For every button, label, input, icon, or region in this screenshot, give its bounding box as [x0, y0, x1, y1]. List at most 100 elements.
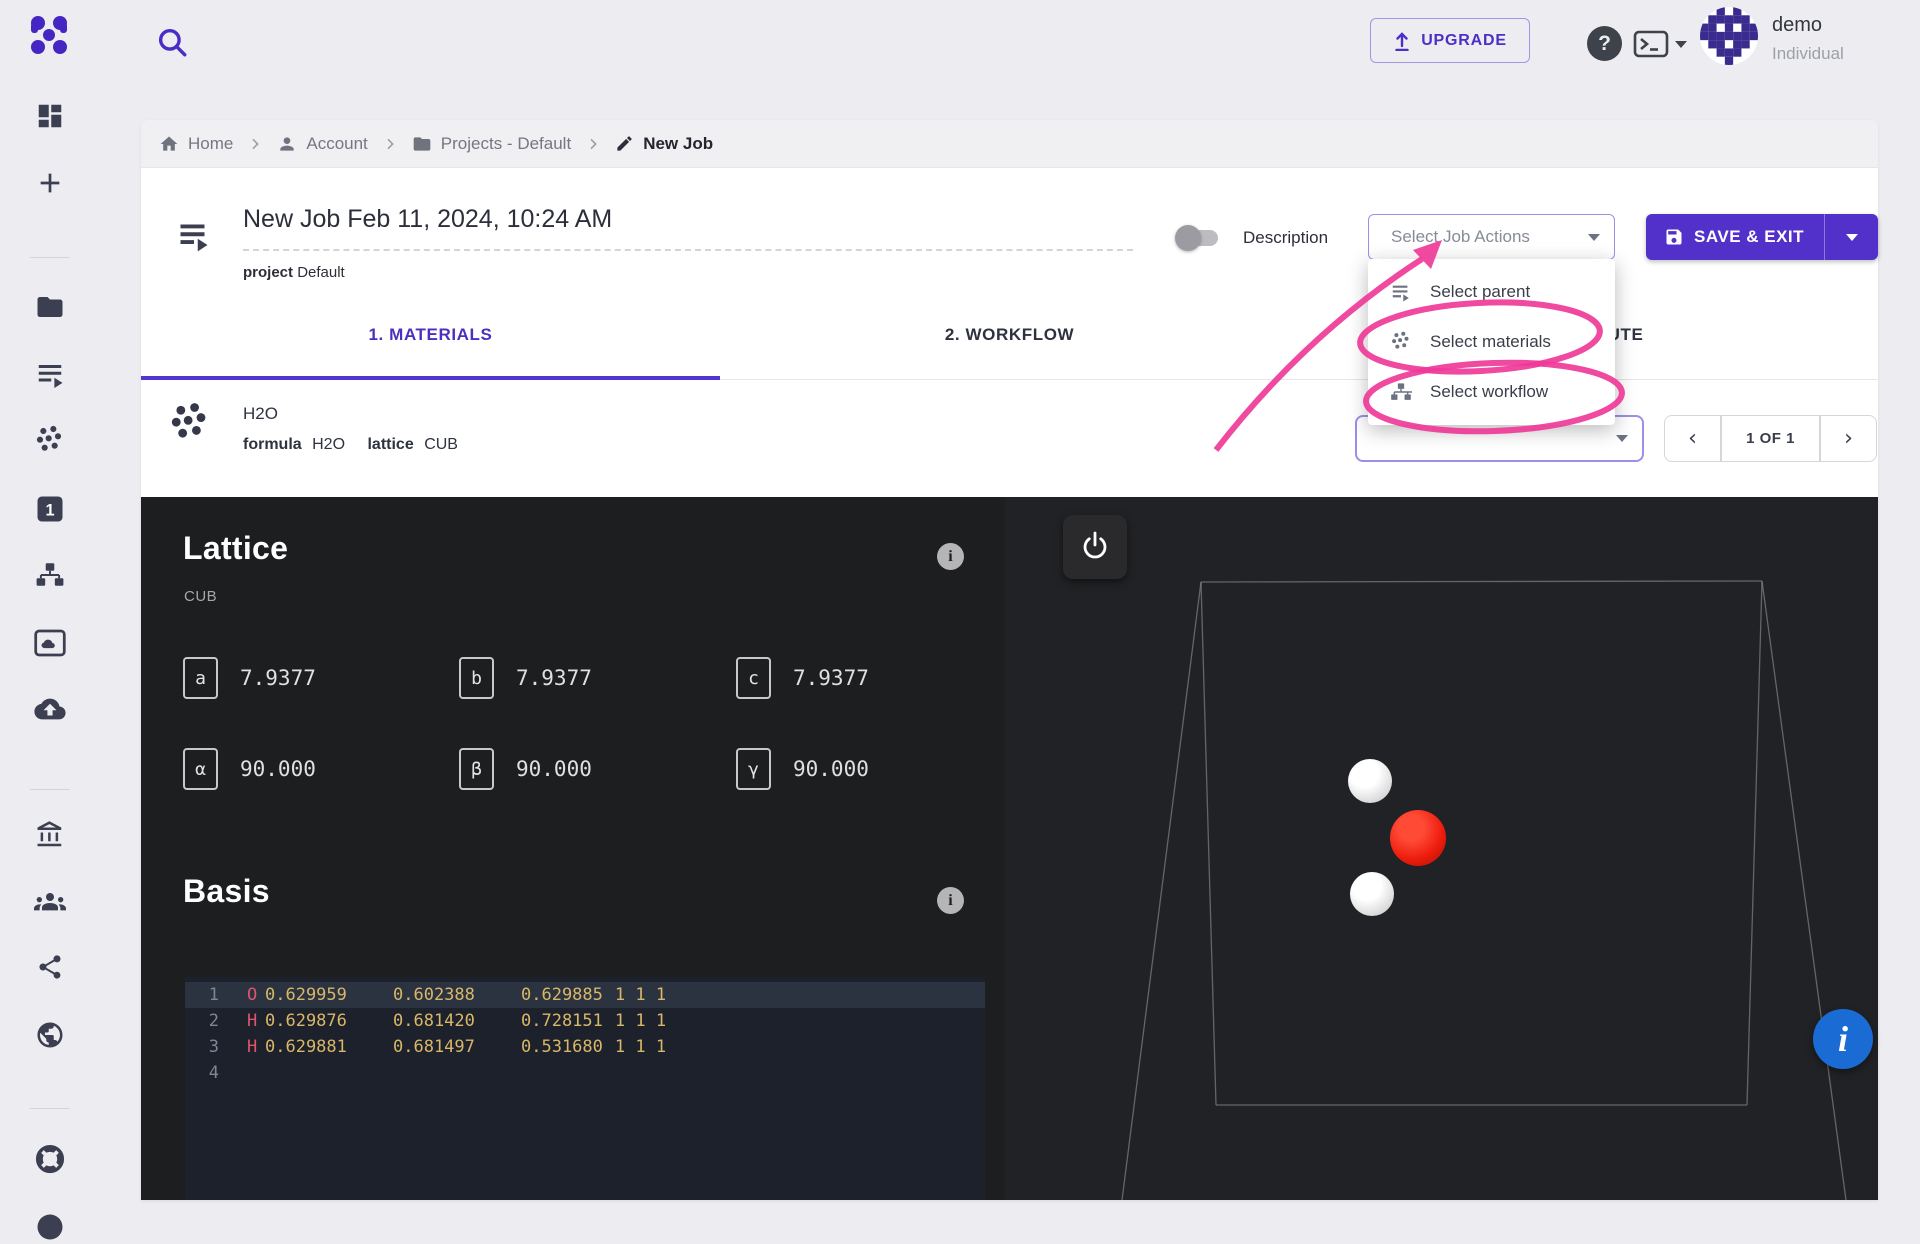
sidebar-item-jobs[interactable]: [33, 358, 67, 392]
sidebar-item-workflows[interactable]: [33, 558, 67, 592]
viewer-info-button[interactable]: i: [1813, 1009, 1873, 1069]
lattice-info-icon[interactable]: i: [937, 543, 964, 570]
user-name: demo: [1772, 14, 1823, 36]
user-role: Individual: [1772, 44, 1844, 63]
atom-hydrogen-2: [1350, 872, 1394, 916]
param-label-box: c: [736, 657, 771, 699]
chevron-down-icon: [1675, 40, 1687, 48]
save-exit-button[interactable]: SAVE & EXIT: [1646, 214, 1878, 260]
param-label-box: β: [459, 748, 494, 790]
help-icon[interactable]: ?: [1587, 26, 1622, 61]
basis-line[interactable]: 4: [185, 1060, 985, 1086]
sidebar-item-create-new[interactable]: [33, 166, 67, 200]
chevron-down-icon: [1588, 233, 1600, 241]
sidebar-item-share[interactable]: [33, 950, 67, 984]
jobs-list-icon: [38, 365, 63, 388]
save-icon: [1666, 229, 1682, 245]
sidebar-item-cloud-upload[interactable]: [33, 692, 67, 726]
constraint-flags: 1 1 1: [614, 1037, 667, 1057]
people-icon: [34, 893, 66, 911]
param-value: 7.9377: [516, 666, 592, 690]
breadcrumb-label: Account: [306, 133, 368, 153]
coord-x: 0.629876: [265, 1011, 347, 1031]
coord-z: 0.531680: [521, 1037, 603, 1057]
job-hierarchy-icon[interactable]: [176, 217, 212, 253]
breadcrumb-projects[interactable]: Projects - Default: [412, 134, 571, 154]
job-actions-select[interactable]: Select Job Actions: [1368, 214, 1615, 260]
line-number: 4: [208, 1063, 219, 1083]
job-actions-menu: Select parent Select materials Select wo…: [1368, 259, 1615, 425]
breadcrumb: Home Account Projects - Default New Job: [141, 120, 1878, 168]
pencil-icon: [617, 136, 632, 151]
avatar[interactable]: [1700, 7, 1758, 65]
mat3ra-logo-icon[interactable]: [27, 13, 71, 57]
description-toggle[interactable]: [1175, 225, 1218, 251]
terminal-icon: [1633, 30, 1669, 58]
menu-item-select-workflow[interactable]: Select workflow: [1368, 367, 1615, 417]
sidebar-item-dashboard[interactable]: [33, 99, 67, 133]
element-symbol: H: [247, 1011, 258, 1031]
coord-z: 0.629885: [521, 985, 603, 1005]
cloud-upload-icon: [34, 698, 66, 720]
active-tab-indicator: [141, 376, 720, 380]
lattice-label: lattice: [367, 436, 414, 453]
sidebar-divider: [30, 1108, 70, 1109]
basis-line[interactable]: 3 H 0.629881 0.681497 0.531680 1 1 1: [185, 1034, 985, 1060]
menu-item-select-parent[interactable]: Select parent: [1368, 267, 1615, 317]
bank-icon: [37, 821, 62, 847]
sidebar-item-web[interactable]: [33, 1018, 67, 1052]
project-line: project Default: [243, 264, 345, 281]
prev-page-button[interactable]: ‹: [1664, 415, 1721, 462]
formula-value: H2O: [312, 436, 346, 453]
sidebar-item-materials[interactable]: [33, 424, 67, 458]
share-icon: [39, 955, 61, 979]
save-options-caret[interactable]: [1825, 233, 1878, 241]
sidebar-item-teams[interactable]: [33, 884, 67, 918]
coord-x: 0.629959: [265, 985, 347, 1005]
breadcrumb-home[interactable]: Home: [159, 134, 233, 154]
globe-icon: [37, 1214, 63, 1240]
menu-item-select-materials[interactable]: Select materials: [1368, 317, 1615, 367]
job-actions-placeholder: Select Job Actions: [1391, 227, 1530, 246]
sidebar-item-projects[interactable]: [33, 290, 67, 324]
param-label-box: γ: [736, 748, 771, 790]
line-number: 1: [208, 985, 219, 1005]
basis-section-title: Basis: [183, 873, 270, 909]
description-label: Description: [1243, 228, 1329, 247]
folder-icon: [413, 136, 431, 151]
job-title[interactable]: New Job Feb 11, 2024, 10:24 AM: [243, 205, 612, 234]
project-value: Default: [297, 264, 345, 281]
upgrade-button[interactable]: UPGRADE: [1370, 18, 1530, 63]
basis-line[interactable]: 1 O 0.629959 0.602388 0.629885 1 1 1: [185, 982, 985, 1008]
param-value: 90.000: [516, 757, 592, 781]
lattice-param-beta: β 90.000: [459, 748, 592, 790]
basis-line[interactable]: 2 H 0.629876 0.681420 0.728151 1 1 1: [185, 1008, 985, 1034]
sidebar-item-jobs-counter[interactable]: 1: [33, 492, 67, 526]
basis-editor[interactable]: 1 O 0.629959 0.602388 0.629885 1 1 1 2 H…: [185, 977, 985, 1200]
breadcrumb-label: New Job: [643, 133, 714, 153]
sidebar-item-images[interactable]: [33, 626, 67, 660]
coord-y: 0.681420: [393, 1011, 475, 1031]
atom-oxygen: [1390, 810, 1446, 866]
sidebar-divider: [30, 789, 70, 790]
project-label: project: [243, 264, 294, 281]
lattice-param-alpha: α 90.000: [183, 748, 316, 790]
next-page-button[interactable]: ›: [1820, 415, 1877, 462]
menu-item-label: Select workflow: [1430, 382, 1549, 401]
breadcrumb-label: Home: [188, 133, 234, 153]
sidebar-item-support[interactable]: [33, 1142, 67, 1176]
console-menu-button[interactable]: [1633, 30, 1687, 58]
tab-materials[interactable]: 1. MATERIALS: [141, 290, 720, 379]
element-symbol: O: [247, 985, 258, 1005]
breadcrumb-account[interactable]: Account: [277, 133, 368, 154]
sidebar-item-organization[interactable]: [33, 818, 67, 852]
sidebar-item-globe-bottom[interactable]: [33, 1210, 67, 1244]
title-underline: [243, 249, 1133, 251]
counter-1-icon: 1: [37, 496, 63, 522]
lifering-icon: [35, 1144, 65, 1174]
basis-info-icon[interactable]: i: [937, 887, 964, 914]
material-atoms-icon: [168, 402, 212, 446]
search-icon[interactable]: [155, 25, 189, 59]
param-value: 90.000: [240, 757, 316, 781]
tab-workflow[interactable]: 2. WORKFLOW: [720, 290, 1299, 379]
